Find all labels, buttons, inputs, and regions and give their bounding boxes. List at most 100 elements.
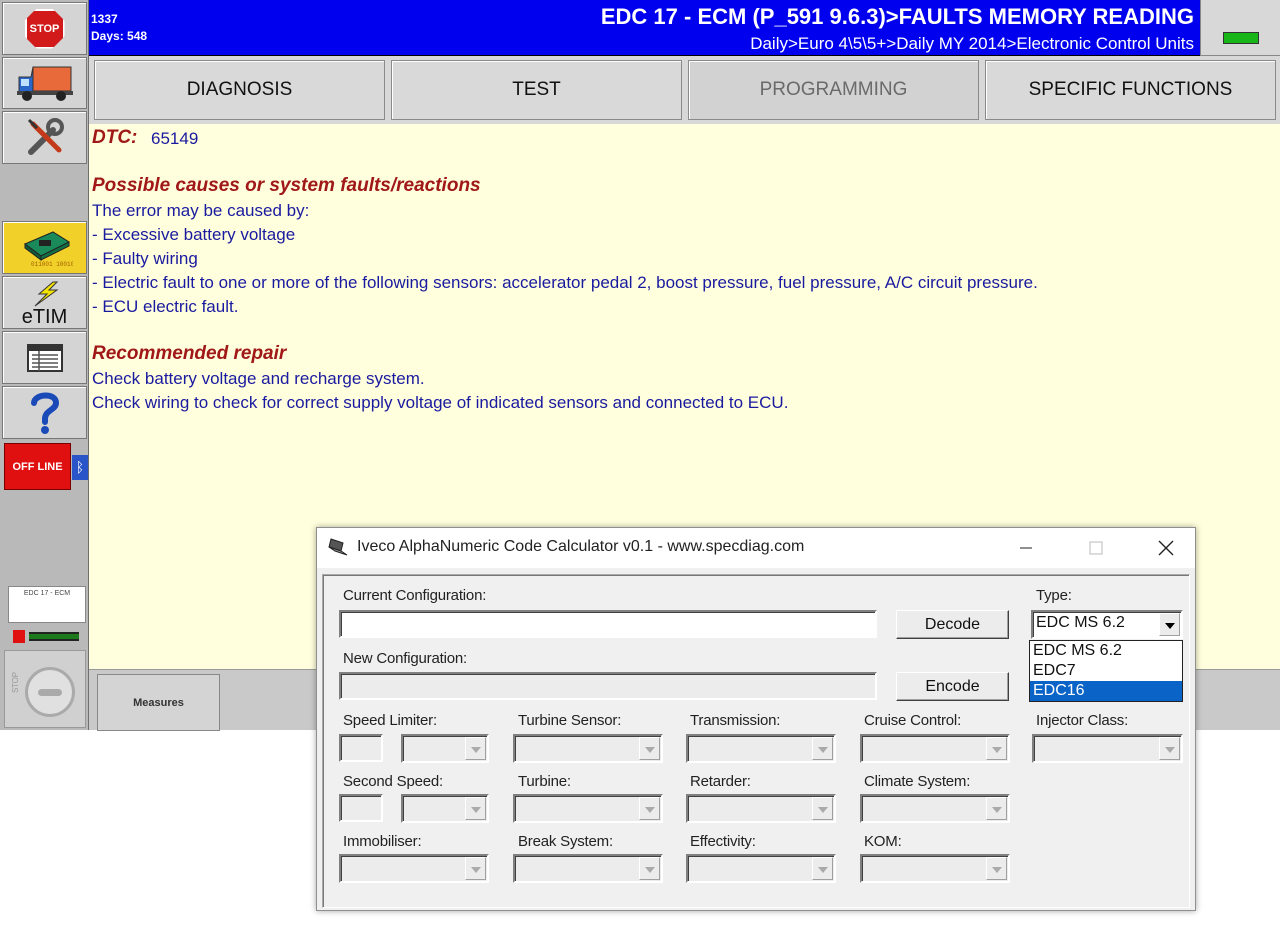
page-title: EDC 17 - ECM (P_591 9.6.3)>FAULTS MEMORY… xyxy=(600,4,1194,29)
cause-item: - ECU electric fault. xyxy=(92,297,239,316)
close-button[interactable] xyxy=(1143,532,1189,564)
connection-led xyxy=(1223,32,1259,44)
truck-icon xyxy=(16,66,73,101)
causes-heading: Possible causes or system faults/reactio… xyxy=(92,175,481,196)
chevron-down-icon[interactable] xyxy=(639,797,660,820)
offline-label: OFF LINE xyxy=(12,460,63,473)
break-system-select[interactable] xyxy=(513,854,663,883)
climate-system-label: Climate System: xyxy=(864,773,971,790)
retarder-select[interactable] xyxy=(686,794,836,823)
type-dropdown-list: EDC MS 6.2 EDC7 EDC16 xyxy=(1029,640,1183,702)
turbine-sensor-label: Turbine Sensor: xyxy=(518,712,622,729)
turbine-select[interactable] xyxy=(513,794,663,823)
chevron-down-icon[interactable] xyxy=(812,797,833,820)
days-counter: Days: 548 xyxy=(91,29,148,43)
break-system-label: Break System: xyxy=(518,833,613,850)
type-option[interactable]: EDC7 xyxy=(1030,661,1182,681)
chevron-down-icon[interactable] xyxy=(812,857,833,880)
vehicle-button[interactable] xyxy=(2,57,87,109)
immobiliser-select[interactable] xyxy=(339,854,489,883)
status-red-light xyxy=(13,630,25,643)
laptop-icon xyxy=(328,538,348,556)
type-select[interactable]: EDC MS 6.2 xyxy=(1031,610,1183,639)
maximize-button[interactable] xyxy=(1073,532,1119,564)
tab-test[interactable]: TEST xyxy=(391,60,682,120)
breadcrumb: Daily>Euro 4\5\5+>Daily MY 2014>Electron… xyxy=(750,34,1194,53)
effectivity-label: Effectivity: xyxy=(690,833,756,850)
ecu-button[interactable]: 011001 100100 xyxy=(2,221,87,274)
header-status-panel xyxy=(1200,0,1280,56)
type-option[interactable]: EDC MS 6.2 xyxy=(1030,641,1182,661)
cruise-control-select[interactable] xyxy=(860,734,1010,763)
dialog-title: Iveco AlphaNumeric Code Calculator v0.1 … xyxy=(357,538,805,555)
etim-label: eTIM xyxy=(21,305,68,328)
offline-status-button[interactable]: OFF LINE xyxy=(4,443,71,490)
chevron-down-icon[interactable] xyxy=(465,737,486,760)
chevron-down-icon[interactable] xyxy=(1159,737,1180,760)
climate-system-select[interactable] xyxy=(860,794,1010,823)
transmission-select[interactable] xyxy=(686,734,836,763)
question-mark-icon xyxy=(30,392,59,434)
speed-limiter-select[interactable] xyxy=(401,734,489,763)
tab-programming[interactable]: PROGRAMMING xyxy=(688,60,979,120)
chevron-down-icon[interactable] xyxy=(986,857,1007,880)
chevron-down-icon[interactable] xyxy=(639,857,660,880)
second-speed-select[interactable] xyxy=(401,794,489,823)
ecu-mini-label: EDC 17 - ECM xyxy=(23,590,71,597)
code-calculator-dialog: Iveco AlphaNumeric Code Calculator v0.1 … xyxy=(316,527,1196,911)
speed-limiter-field[interactable] xyxy=(339,734,383,762)
cause-item: - Electric fault to one or more of the f… xyxy=(92,273,1038,292)
current-config-field[interactable] xyxy=(339,610,877,638)
current-config-label: Current Configuration: xyxy=(343,587,487,604)
chevron-down-icon[interactable] xyxy=(639,737,660,760)
repair-item: Check battery voltage and recharge syste… xyxy=(92,369,425,388)
cruise-control-label: Cruise Control: xyxy=(864,712,962,729)
main-tab-bar: DIAGNOSIS TEST PROGRAMMING SPECIFIC FUNC… xyxy=(89,56,1280,124)
chevron-down-icon[interactable] xyxy=(986,737,1007,760)
dialog-titlebar[interactable]: Iveco AlphaNumeric Code Calculator v0.1 … xyxy=(317,528,1195,568)
chevron-down-icon[interactable] xyxy=(1159,613,1180,636)
left-sidebar: STOP 011001 10010 eTIM OFF LINE ᛒ EDC 17… xyxy=(0,0,89,730)
stop-round-button[interactable]: STOP xyxy=(4,650,86,728)
ecu-module-icon: 011001 100100 xyxy=(23,230,73,268)
effectivity-select[interactable] xyxy=(686,854,836,883)
cause-item: - Faulty wiring xyxy=(92,249,198,268)
ecu-mini-panel[interactable]: EDC 17 - ECM xyxy=(8,586,86,623)
tab-specific-functions[interactable]: SPECIFIC FUNCTIONS xyxy=(985,60,1276,120)
stop-button[interactable]: STOP xyxy=(2,2,87,55)
chevron-down-icon[interactable] xyxy=(986,797,1007,820)
decode-button[interactable]: Decode xyxy=(896,610,1009,639)
second-speed-label: Second Speed: xyxy=(343,773,443,790)
stop-round-label: STOP xyxy=(11,672,20,693)
tab-diagnosis[interactable]: DIAGNOSIS xyxy=(94,60,385,120)
kom-select[interactable] xyxy=(860,854,1010,883)
second-speed-field[interactable] xyxy=(339,794,383,822)
dialog-body: Current Configuration: Decode New Config… xyxy=(322,574,1190,908)
encode-button[interactable]: Encode xyxy=(896,672,1009,701)
dtc-label: DTC: xyxy=(92,127,138,148)
lightning-icon xyxy=(34,281,59,306)
minimize-button[interactable] xyxy=(1003,532,1049,564)
new-config-field[interactable] xyxy=(339,672,877,700)
stop-sign-icon: STOP xyxy=(24,8,65,49)
measures-button[interactable]: Measures xyxy=(97,674,220,731)
maximize-icon xyxy=(1089,541,1103,555)
transmission-label: Transmission: xyxy=(690,712,781,729)
bluetooth-icon[interactable]: ᛒ xyxy=(72,455,88,480)
chevron-down-icon[interactable] xyxy=(465,797,486,820)
type-selected-value: EDC MS 6.2 xyxy=(1036,614,1125,631)
chevron-down-icon[interactable] xyxy=(465,857,486,880)
documents-button[interactable] xyxy=(2,331,87,384)
type-option-highlighted[interactable]: EDC16 xyxy=(1030,681,1182,701)
status-green-bar xyxy=(29,632,79,641)
wrench-screwdriver-icon xyxy=(27,117,64,155)
svg-text:011001 100100: 011001 100100 xyxy=(31,261,73,268)
help-button[interactable] xyxy=(2,386,87,439)
new-config-label: New Configuration: xyxy=(343,650,467,667)
injector-class-select[interactable] xyxy=(1032,734,1183,763)
dtc-value: 65149 xyxy=(151,129,199,148)
tools-button[interactable] xyxy=(2,111,87,164)
chevron-down-icon[interactable] xyxy=(812,737,833,760)
etim-button[interactable]: eTIM xyxy=(2,276,87,329)
turbine-sensor-select[interactable] xyxy=(513,734,663,763)
